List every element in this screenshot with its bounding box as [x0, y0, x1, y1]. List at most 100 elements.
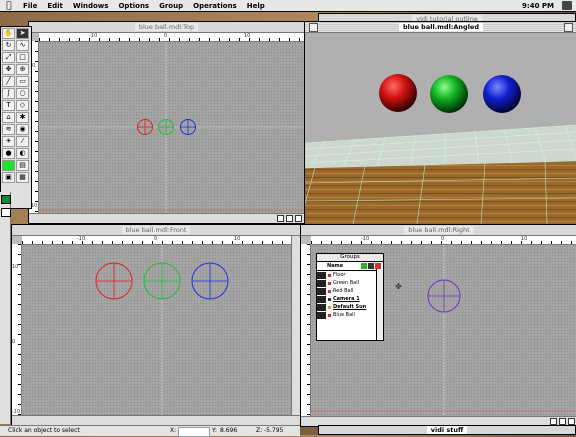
- ruler-horizontal: -10 0 10: [39, 33, 304, 42]
- viewport-angled-render[interactable]: [305, 33, 576, 224]
- red-ball-front-marker[interactable]: [95, 262, 133, 300]
- group-item-default-sun[interactable]: Default Sun: [317, 303, 383, 311]
- paint-tool-icon[interactable]: ◐: [16, 148, 29, 159]
- material-tool-icon[interactable]: ▤: [16, 160, 29, 171]
- color-swatch-green[interactable]: [2, 160, 15, 171]
- apple-menu-icon[interactable]: : [0, 1, 18, 11]
- ruler-label: 0: [441, 236, 445, 242]
- menu-file[interactable]: File: [18, 2, 42, 10]
- add-group-icon[interactable]: [361, 263, 367, 269]
- camera-tool-icon[interactable]: ◉: [16, 124, 29, 135]
- rect-tool-icon[interactable]: ▭: [16, 76, 29, 87]
- sun-icon: [328, 305, 331, 309]
- view-mode-button[interactable]: [559, 418, 566, 425]
- group-item-label: Red Ball: [333, 288, 354, 294]
- visibility-icon[interactable]: [317, 279, 326, 287]
- visibility-icon[interactable]: [317, 271, 326, 279]
- group-item-red-ball[interactable]: Red Ball: [317, 287, 383, 295]
- green-ball-front-marker[interactable]: [143, 262, 181, 300]
- horizontal-scrollbar[interactable]: [12, 415, 300, 425]
- view-mode-button[interactable]: [277, 215, 284, 222]
- angled-render: [305, 33, 576, 224]
- titlebar-right[interactable]: blue ball.mdl:Right: [301, 225, 576, 236]
- curve-tool-icon[interactable]: ∫: [2, 88, 15, 99]
- polygon-tool-icon[interactable]: ◇: [16, 100, 29, 111]
- hand-tool-icon[interactable]: ✋: [2, 28, 15, 39]
- group-item-blue-ball[interactable]: Blue Ball: [317, 311, 383, 319]
- viewport-top[interactable]: [39, 42, 304, 213]
- viewport-front[interactable]: [22, 245, 300, 415]
- color-swatch-dark-green[interactable]: [1, 195, 11, 204]
- sphere-tool-icon[interactable]: ●: [2, 148, 15, 159]
- group-dot-icon: [328, 273, 331, 277]
- lathe-tool-icon[interactable]: ✱: [16, 112, 29, 123]
- eyedropper-tool-icon[interactable]: ⁄: [16, 136, 29, 147]
- ruler-label: -10: [77, 236, 86, 242]
- groups-panel-title[interactable]: Groups: [317, 254, 383, 262]
- menu-group[interactable]: Group: [154, 2, 188, 10]
- menu-clock: 9:40 PM: [522, 1, 554, 10]
- group-item-label: Green Ball: [333, 280, 360, 286]
- titlebar-angled[interactable]: blue ball.mdl:Angled: [305, 22, 576, 33]
- group-dot-icon: [328, 289, 331, 293]
- ruler-label: 0: [154, 236, 158, 242]
- visibility-icon[interactable]: [317, 295, 326, 303]
- ruler-label: 0: [164, 33, 168, 39]
- blue-ball-top-marker[interactable]: [180, 119, 196, 135]
- group-item-label: Blue Ball: [333, 312, 355, 318]
- line-tool-icon[interactable]: ╱: [2, 76, 15, 87]
- titlebar-front[interactable]: blue ball.mdl:Front: [12, 225, 300, 236]
- menu-edit[interactable]: Edit: [42, 2, 68, 10]
- groups-panel: Groups Name Floor Green Ball Red Ball Ca…: [316, 253, 384, 341]
- close-box-icon[interactable]: [309, 23, 318, 32]
- ruler-label: 10: [521, 236, 528, 242]
- view-mode-button[interactable]: [286, 215, 293, 222]
- horizontal-scrollbar[interactable]: [29, 213, 304, 223]
- zoom-box-icon[interactable]: [564, 23, 573, 32]
- resize-grip-icon[interactable]: [568, 418, 575, 425]
- red-ball-top-marker[interactable]: [137, 119, 153, 135]
- group-item-green-ball[interactable]: Green Ball: [317, 279, 383, 287]
- arrow-tool-icon[interactable]: ➤: [16, 28, 29, 39]
- group-item-floor[interactable]: Floor: [317, 271, 383, 279]
- resize-grip-icon[interactable]: [295, 215, 302, 222]
- blue-ball-front-marker[interactable]: [191, 262, 229, 300]
- menu-help[interactable]: Help: [242, 2, 270, 10]
- box-tool-icon[interactable]: □: [16, 52, 29, 63]
- visibility-icon[interactable]: [317, 287, 326, 295]
- menu-operations[interactable]: Operations: [188, 2, 242, 10]
- groups-scrollbar[interactable]: [376, 269, 383, 340]
- ellipse-tool-icon[interactable]: ○: [16, 88, 29, 99]
- group-item-camera[interactable]: Camera 1: [317, 295, 383, 303]
- stacked-balls-right-marker[interactable]: [427, 279, 461, 313]
- window-title-angled: blue ball.mdl:Angled: [399, 23, 483, 31]
- application-menu-icon[interactable]: [562, 1, 572, 10]
- lasso-tool-icon[interactable]: ∿: [16, 40, 29, 51]
- window-title-right: blue ball.mdl:Right: [404, 226, 474, 234]
- render-tool-icon[interactable]: ▣: [2, 172, 15, 183]
- view-mode-button[interactable]: [550, 418, 557, 425]
- extrude-tool-icon[interactable]: ⌂: [2, 112, 15, 123]
- sweep-tool-icon[interactable]: ≋: [2, 124, 15, 135]
- visibility-icon[interactable]: [317, 311, 326, 319]
- vertical-scrollbar[interactable]: [291, 236, 300, 415]
- visibility-icon[interactable]: [317, 303, 326, 311]
- ruler-label: 10: [234, 236, 241, 242]
- rotate-tool-icon[interactable]: ↻: [2, 40, 15, 51]
- zoom-tool-icon[interactable]: ⊕: [16, 64, 29, 75]
- scale-tool-icon[interactable]: ⤢: [2, 52, 15, 63]
- green-ball-top-marker[interactable]: [158, 119, 174, 135]
- menu-windows[interactable]: Windows: [68, 2, 114, 10]
- window-vidi-stuff[interactable]: vidi stuff: [318, 425, 576, 435]
- group-options-icon[interactable]: [368, 263, 374, 269]
- move-tool-icon[interactable]: ✥: [2, 64, 15, 75]
- light-tool-icon[interactable]: ☀: [2, 136, 15, 147]
- options-tool-icon[interactable]: ▦: [16, 172, 29, 183]
- window-title-top: blue ball.mdl:Top: [134, 23, 199, 31]
- color-swatch-white[interactable]: [1, 208, 11, 217]
- group-item-label: Default Sun: [333, 304, 367, 310]
- menu-options[interactable]: Options: [113, 2, 154, 10]
- window-title-front: blue ball.mdl:Front: [121, 226, 191, 234]
- titlebar-top[interactable]: blue ball.mdl:Top: [29, 22, 304, 33]
- text-tool-icon[interactable]: T: [2, 100, 15, 111]
